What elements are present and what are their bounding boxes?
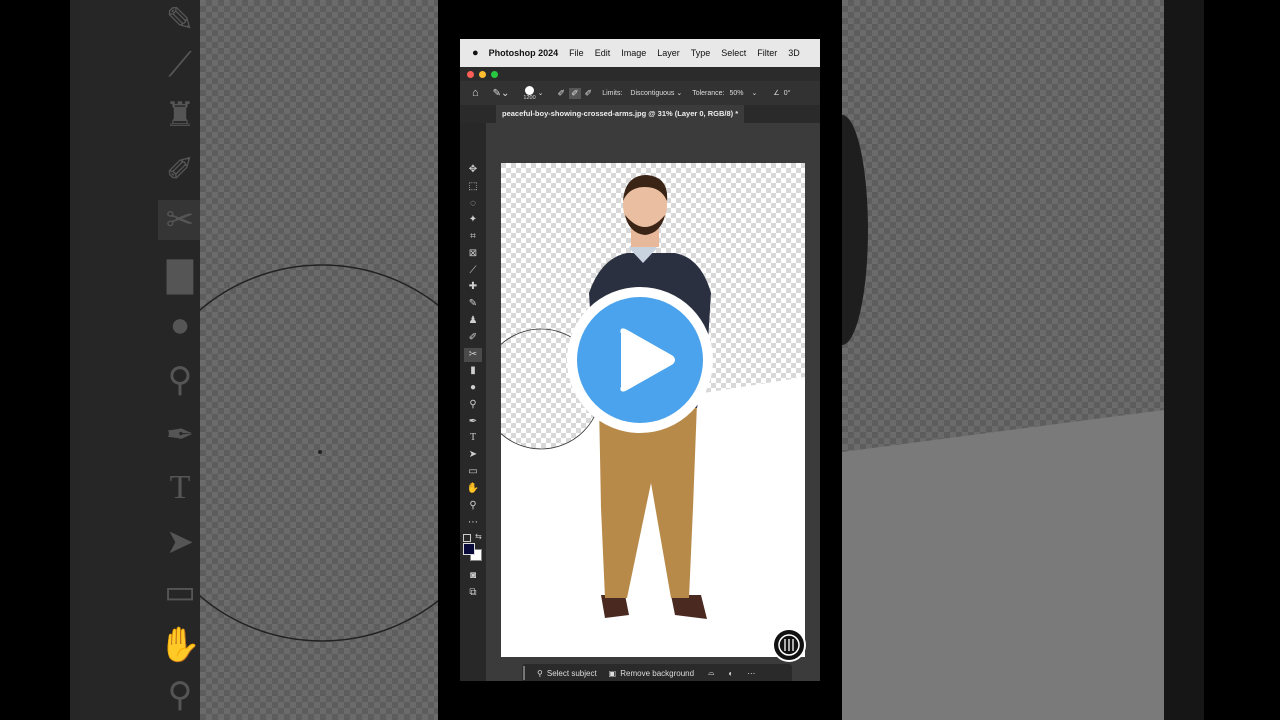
adjustment-icon[interactable]: ◐ xyxy=(728,669,733,678)
zoom-tool-icon[interactable]: ⚲ xyxy=(464,499,482,513)
history-brush-tool-icon[interactable]: ✐ xyxy=(464,331,482,345)
sampling-once-icon[interactable]: ✐ xyxy=(569,87,581,99)
limits-value: Discontiguous xyxy=(630,90,675,97)
quick-mask-icon[interactable]: ◙ xyxy=(464,569,482,583)
more-tools-icon[interactable]: ⋯ xyxy=(464,516,482,530)
menu-file[interactable]: File xyxy=(569,48,584,58)
blurred-tool-icon: ✎ xyxy=(165,1,195,39)
angle-value[interactable]: 0° xyxy=(784,90,791,97)
tools-panel: ✥ ⬚ ◌ ✦ ⌗ ⊠ ⟋ ✚ ✎ ♟ ✐ ✂ ▮ ● ⚲ ✒ T ➤ ▭ ✋ … xyxy=(460,123,486,681)
tolerance-chevron-icon[interactable]: ⌄ xyxy=(752,89,758,97)
brush-size-value: 1200 xyxy=(523,94,536,101)
blurred-hand-icon: ✋ xyxy=(158,626,202,664)
sampling-background-icon[interactable]: ✐ xyxy=(585,88,593,99)
swap-colors-icon[interactable]: ⇆ xyxy=(475,532,482,541)
brush-chevron-icon[interactable]: ⌄ xyxy=(538,89,544,97)
document-tab-row: peaceful-boy-showing-crossed-arms.jpg @ … xyxy=(460,105,820,123)
play-button[interactable] xyxy=(567,287,713,433)
quick-select-tool-icon[interactable]: ✦ xyxy=(464,213,482,227)
default-colors-icon[interactable] xyxy=(463,534,471,542)
blurred-blur-icon: ● xyxy=(169,306,191,344)
remove-background-label: Remove background xyxy=(620,668,695,678)
stamp-tool-icon[interactable]: ♟ xyxy=(464,314,482,328)
play-button-fill xyxy=(577,297,703,423)
menu-image[interactable]: Image xyxy=(621,48,646,58)
image-icon: ▣ xyxy=(608,668,617,678)
menu-filter[interactable]: Filter xyxy=(757,48,777,58)
screen-mode-icon[interactable]: ⧉ xyxy=(464,586,482,600)
blurred-history-brush-icon: ✐ xyxy=(165,151,195,189)
hand-tool-icon[interactable]: ✋ xyxy=(464,482,482,496)
gradient-tool-icon[interactable]: ▮ xyxy=(464,364,482,378)
document-tab[interactable]: peaceful-boy-showing-crossed-arms.jpg @ … xyxy=(496,105,745,123)
minimize-window-button[interactable] xyxy=(479,71,486,78)
contextual-task-bar: ⚲ Select subject ▣ Remove background ⌓ ◐… xyxy=(522,664,792,681)
sampling-continuous-icon[interactable]: ✐ xyxy=(558,88,566,99)
blurred-rectangle-icon: ▭ xyxy=(163,573,197,611)
eyedropper-tool-icon[interactable]: ⟋ xyxy=(464,264,482,278)
tolerance-label: Tolerance: xyxy=(692,89,725,97)
transform-icon[interactable]: ⌓ xyxy=(708,668,714,678)
move-tool-icon[interactable]: ✥ xyxy=(464,163,482,177)
background-blur-canvas-left xyxy=(200,0,438,720)
brush-tool-icon[interactable]: ✎ xyxy=(464,297,482,311)
magic-eraser-preset-icon[interactable]: ✎⌄ xyxy=(493,88,510,99)
remove-background-button[interactable]: ▣ Remove background xyxy=(603,664,700,681)
angle-icon: ∠ xyxy=(773,90,780,97)
menu-select[interactable]: Select xyxy=(721,48,746,58)
select-subject-button[interactable]: ⚲ Select subject xyxy=(531,664,603,681)
tolerance-input[interactable]: 50% xyxy=(730,90,744,97)
person-icon: ⚲ xyxy=(537,668,543,678)
zoom-window-button[interactable] xyxy=(491,71,498,78)
play-icon xyxy=(620,328,675,392)
blurred-brush-icon: ⟋ xyxy=(168,46,192,84)
crop-tool-icon[interactable]: ⌗ xyxy=(464,230,482,244)
apple-icon[interactable]: ● xyxy=(472,47,479,59)
type-tool-icon[interactable]: T xyxy=(464,431,482,445)
blurred-select-icon: ➤ xyxy=(165,523,195,561)
limits-label: Limits: xyxy=(602,89,623,97)
healing-brush-tool-icon[interactable]: ✚ xyxy=(464,280,482,294)
rectangle-tool-icon[interactable]: ▭ xyxy=(464,465,482,479)
document-tab-title: peaceful-boy-showing-crossed-arms.jpg @ … xyxy=(502,109,739,118)
blurred-zoom-icon: ⚲ xyxy=(167,676,193,714)
tool-options-bar: ⌂ ✎⌄ 1200 ⌄ ✐ ✐ ✐ Limits: Discontiguous … xyxy=(460,81,820,105)
menu-layer[interactable]: Layer xyxy=(657,48,680,58)
blurred-gradient-icon: ▇ xyxy=(166,256,194,294)
blurred-eraser-icon: ✂ xyxy=(158,200,202,240)
background-blur-canvas-right xyxy=(842,0,1164,720)
channel-logo-icon xyxy=(772,628,806,662)
background-blur-sidebar xyxy=(1164,0,1204,720)
eraser-tool-icon[interactable]: ✂ xyxy=(464,348,482,362)
more-options-icon[interactable]: ⋯ xyxy=(747,669,755,678)
app-name[interactable]: Photoshop 2024 xyxy=(489,48,559,58)
select-subject-label: Select subject xyxy=(546,668,597,678)
chevron-down-icon: ⌄ xyxy=(676,90,683,97)
blurred-type-icon: T xyxy=(169,469,191,506)
menu-3d[interactable]: 3D xyxy=(788,48,800,58)
blur-tool-icon[interactable]: ● xyxy=(464,381,482,395)
blurred-stamp-icon: ♜ xyxy=(164,96,196,134)
marquee-tool-icon[interactable]: ⬚ xyxy=(464,180,482,194)
window-title-bar xyxy=(460,67,820,81)
limits-dropdown[interactable]: Discontiguous ⌄ xyxy=(630,89,682,97)
home-icon[interactable]: ⌂ xyxy=(472,87,479,99)
menu-type[interactable]: Type xyxy=(691,48,711,58)
path-selection-tool-icon[interactable]: ➤ xyxy=(464,448,482,462)
brush-preview[interactable]: 1200 xyxy=(523,85,536,101)
brush-dot-icon xyxy=(525,85,535,95)
drag-handle[interactable] xyxy=(523,666,525,680)
close-window-button[interactable] xyxy=(467,71,474,78)
dodge-tool-icon[interactable]: ⚲ xyxy=(464,398,482,412)
blurred-dodge-icon: ⚲ xyxy=(167,361,193,399)
background-blur-toolbar: ✎ ⟋ ♜ ✐ ✂ ▇ ● ⚲ ✒ T ➤ ▭ ✋ ⚲ xyxy=(70,0,202,720)
lasso-tool-icon[interactable]: ◌ xyxy=(464,197,482,211)
blurred-pen-icon: ✒ xyxy=(165,416,195,454)
pen-tool-icon[interactable]: ✒ xyxy=(464,415,482,429)
foreground-color-swatch[interactable] xyxy=(463,543,475,555)
frame-tool-icon[interactable]: ⊠ xyxy=(464,247,482,261)
menu-edit[interactable]: Edit xyxy=(595,48,611,58)
menu-bar: ● Photoshop 2024 File Edit Image Layer T… xyxy=(460,39,820,67)
